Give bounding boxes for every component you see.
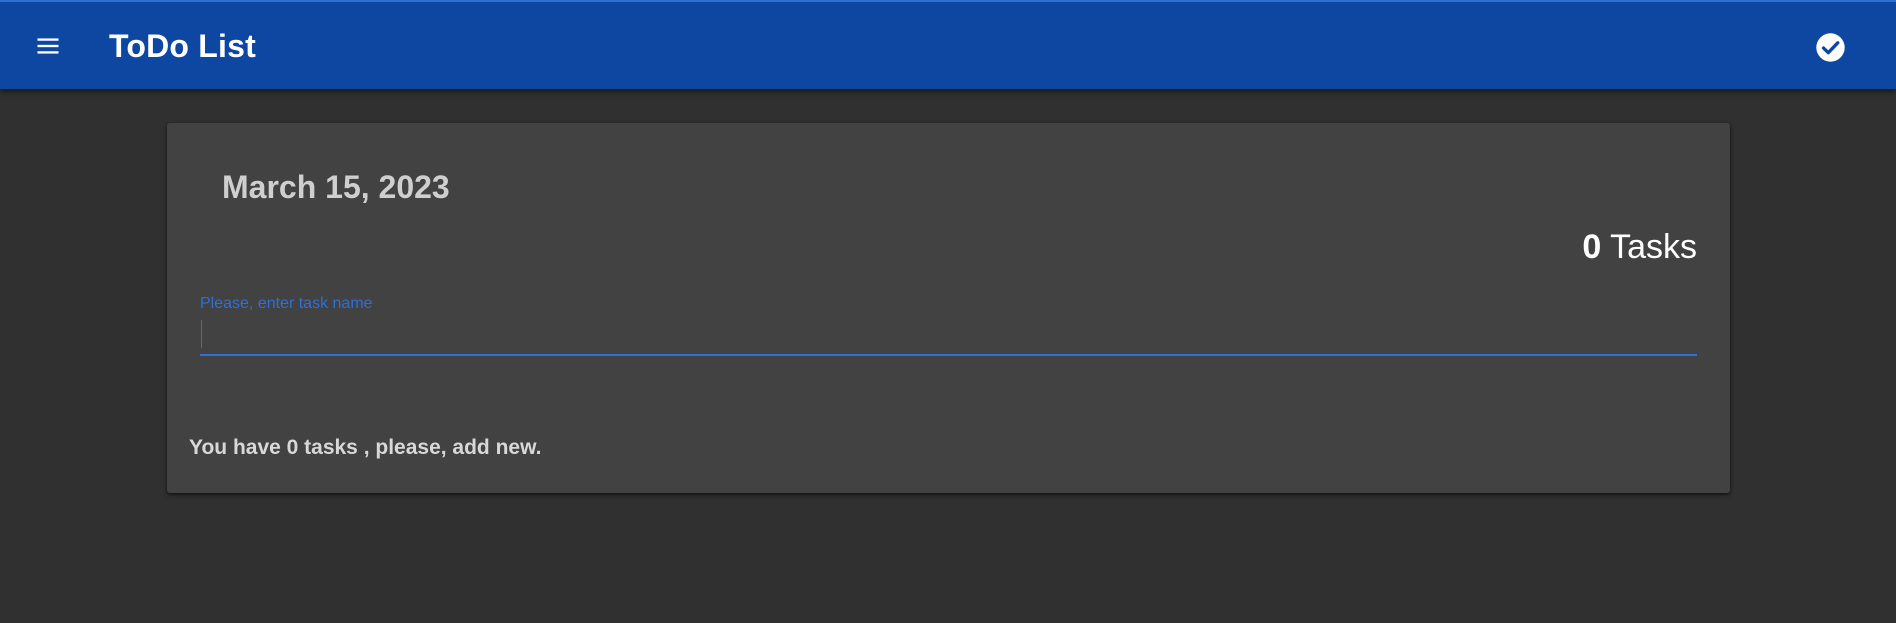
menu-icon: [37, 38, 59, 54]
input-underline: [200, 354, 1697, 356]
task-count-number: 0: [1582, 228, 1602, 266]
check-circle-icon: [1815, 32, 1845, 62]
task-count: 0 Tasks: [1582, 226, 1697, 268]
menu-button[interactable]: [20, 18, 76, 74]
task-name-label: Please, enter task name: [200, 295, 373, 312]
task-name-field[interactable]: Please, enter task name: [200, 294, 1697, 356]
app-bar: ToDo List: [0, 0, 1896, 89]
current-date: March 15, 2023: [222, 169, 450, 205]
empty-state-message: You have 0 tasks , please, add new.: [189, 436, 542, 459]
todo-card: March 15, 2023 0 Tasks Please, enter tas…: [167, 123, 1730, 493]
task-count-label: Tasks: [1601, 228, 1697, 266]
check-button[interactable]: [1812, 29, 1848, 65]
app-title: ToDo List: [109, 28, 256, 64]
task-name-input[interactable]: [200, 319, 1697, 349]
text-caret: [201, 320, 202, 348]
